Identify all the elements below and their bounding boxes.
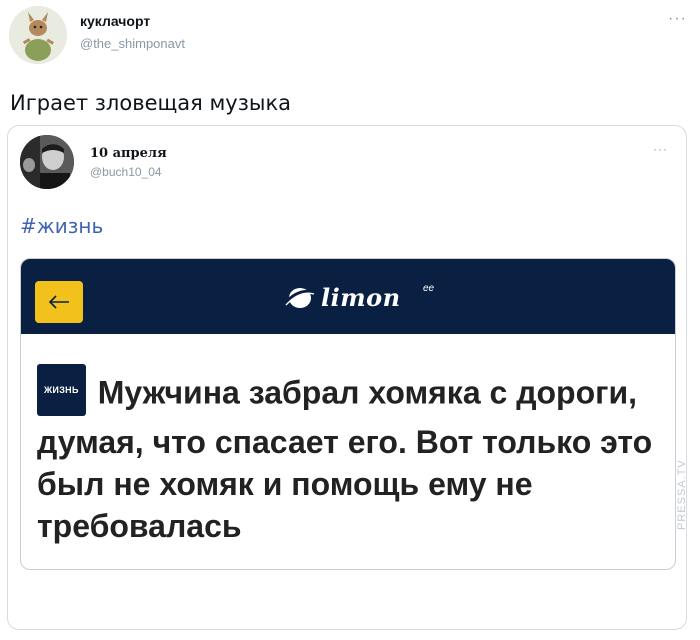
author-avatar[interactable] — [9, 6, 67, 64]
limon-logo-text: limon — [321, 283, 401, 312]
more-icon[interactable]: ··· — [668, 10, 687, 28]
back-arrow-icon — [48, 295, 69, 309]
quoted-author-avatar[interactable] — [20, 135, 74, 189]
category-tag: ЖИЗНЬ — [37, 364, 86, 416]
headline-text: Мужчина забрал хомяка с дороги, думая, ч… — [37, 374, 653, 544]
back-button[interactable] — [35, 281, 83, 323]
hashtag-link[interactable]: #жизнь — [20, 214, 103, 238]
quoted-author-name[interactable]: 10 апреля — [90, 146, 167, 161]
cat-figure-avatar-image — [9, 6, 67, 64]
man-photo-avatar-image — [20, 135, 74, 189]
author-name[interactable]: куклачорт — [80, 13, 150, 29]
author-handle[interactable]: @the_shimponavt — [80, 36, 185, 51]
limon-logo-icon — [283, 288, 316, 308]
article-headline: ЖИЗНЬ Мужчина забрал хомяка с дороги, дум… — [37, 364, 657, 547]
watermark: PRESSA.TV — [676, 459, 688, 530]
quoted-more-icon[interactable]: ··· — [653, 142, 668, 156]
article-screenshot[interactable]: limon ee ЖИЗНЬ Мужчина забрал хомяка с до… — [20, 258, 676, 570]
limon-logo: limon ee — [283, 281, 435, 317]
article-header-bar: limon ee — [21, 259, 675, 334]
quoted-author-handle[interactable]: @buch10_04 — [90, 165, 162, 179]
limon-logo-superscript: ee — [423, 283, 435, 294]
tweet-text: Играет зловещая музыка — [10, 91, 292, 115]
